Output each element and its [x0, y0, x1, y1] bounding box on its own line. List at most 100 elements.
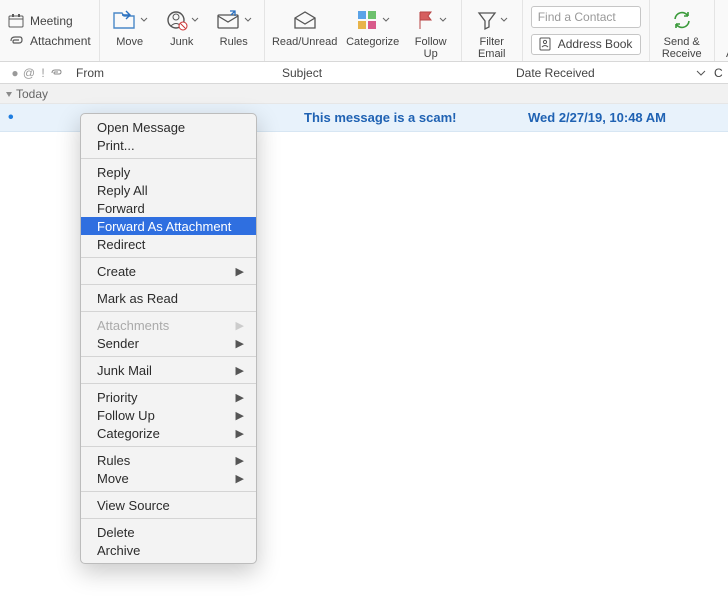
- get-addins-button[interactable]: Get Add-ins: [719, 4, 728, 62]
- sync-icon: [669, 9, 695, 31]
- junk-button[interactable]: Junk: [156, 4, 208, 50]
- col-from[interactable]: From: [72, 66, 282, 80]
- ctx-mark-as-read[interactable]: Mark as Read: [81, 289, 256, 307]
- find-contact-placeholder: Find a Contact: [538, 10, 616, 24]
- toolbar-group-addins: Get Add-ins: [715, 0, 728, 61]
- chevron-down-icon: [696, 68, 706, 78]
- chevron-down-icon: [191, 16, 199, 24]
- meeting-button[interactable]: Meeting: [8, 14, 91, 28]
- ctx-print[interactable]: Print...: [81, 136, 256, 154]
- toolbar-group-tags: Read/Unread Categorize Follow Up: [265, 0, 462, 61]
- ctx-forward[interactable]: Forward: [81, 199, 256, 217]
- group-row-today[interactable]: Today: [0, 84, 728, 104]
- folder-move-icon: [112, 9, 138, 31]
- send-receive-button[interactable]: Send & Receive: [654, 4, 710, 62]
- attachment-label: Attachment: [30, 34, 91, 48]
- paperclip-icon: [8, 34, 24, 48]
- ctx-move[interactable]: Move▶: [81, 469, 256, 487]
- ctx-separator: [81, 356, 256, 357]
- ctx-priority[interactable]: Priority▶: [81, 388, 256, 406]
- message-subject: This message is a scam!: [304, 110, 528, 125]
- submenu-arrow-icon: ▶: [236, 391, 244, 404]
- ctx-create[interactable]: Create▶: [81, 262, 256, 280]
- rules-icon: [216, 9, 242, 31]
- submenu-arrow-icon: ▶: [236, 364, 244, 377]
- chevron-down-icon: [140, 16, 148, 24]
- attachment-button[interactable]: Attachment: [8, 34, 91, 48]
- disclosure-triangle-icon: [4, 89, 16, 99]
- ctx-separator: [81, 284, 256, 285]
- submenu-arrow-icon: ▶: [236, 265, 244, 278]
- message-date: Wed 2/27/19, 10:48 AM: [528, 110, 728, 125]
- ctx-view-source[interactable]: View Source: [81, 496, 256, 514]
- ctx-separator: [81, 257, 256, 258]
- ctx-categorize[interactable]: Categorize▶: [81, 424, 256, 442]
- unread-dot-icon: •: [8, 110, 22, 126]
- chevron-down-icon: [439, 16, 447, 24]
- submenu-arrow-icon: ▶: [236, 409, 244, 422]
- toolbar-group-move: Move Junk Rules: [100, 0, 265, 61]
- ctx-reply[interactable]: Reply: [81, 163, 256, 181]
- col-unread-icon[interactable]: ●: [8, 66, 22, 80]
- ctx-separator: [81, 311, 256, 312]
- ctx-separator: [81, 446, 256, 447]
- junk-label: Junk: [170, 36, 193, 48]
- group-label: Today: [16, 87, 48, 101]
- rules-label: Rules: [220, 36, 248, 48]
- filter-email-label: Filter Email: [478, 36, 506, 60]
- categorize-label: Categorize: [346, 36, 399, 48]
- submenu-arrow-icon: ▶: [236, 454, 244, 467]
- ctx-archive[interactable]: Archive: [81, 541, 256, 559]
- read-unread-button[interactable]: Read/Unread: [269, 4, 341, 50]
- ctx-separator: [81, 158, 256, 159]
- filter-email-button[interactable]: Filter Email: [466, 4, 518, 62]
- address-book-label: Address Book: [558, 37, 633, 51]
- col-mention-icon[interactable]: @: [22, 66, 36, 80]
- categorize-button[interactable]: Categorize: [341, 4, 405, 50]
- col-category-abbrev[interactable]: C: [714, 66, 728, 80]
- calendar-icon: [8, 14, 24, 28]
- rules-button[interactable]: Rules: [208, 4, 260, 50]
- col-importance-icon[interactable]: !: [36, 66, 50, 80]
- ctx-sender[interactable]: Sender▶: [81, 334, 256, 352]
- toolbar-group-find: Find a Contact Address Book: [523, 0, 650, 61]
- ctx-junk-mail[interactable]: Junk Mail▶: [81, 361, 256, 379]
- address-book-button[interactable]: Address Book: [531, 34, 641, 56]
- col-date[interactable]: Date Received: [516, 66, 696, 80]
- flag-icon: [415, 9, 437, 31]
- send-receive-label: Send & Receive: [662, 36, 702, 60]
- col-attachment-icon[interactable]: [50, 67, 72, 79]
- toolbar-group-respond: Meeting Attachment: [0, 0, 100, 61]
- move-label: Move: [116, 36, 143, 48]
- funnel-icon: [476, 9, 498, 31]
- ctx-rules[interactable]: Rules▶: [81, 451, 256, 469]
- ctx-follow-up[interactable]: Follow Up▶: [81, 406, 256, 424]
- ctx-separator: [81, 518, 256, 519]
- follow-up-button[interactable]: Follow Up: [405, 4, 457, 62]
- ctx-separator: [81, 383, 256, 384]
- ctx-forward-as-attachment[interactable]: Forward As Attachment: [81, 217, 256, 235]
- follow-up-label: Follow Up: [415, 36, 447, 60]
- chevron-down-icon: [382, 16, 390, 24]
- toolbar-group-filter: Filter Email: [462, 0, 523, 61]
- submenu-arrow-icon: ▶: [236, 472, 244, 485]
- move-button[interactable]: Move: [104, 4, 156, 50]
- ctx-delete[interactable]: Delete: [81, 523, 256, 541]
- chevron-down-icon: [500, 16, 508, 24]
- toolbar-group-sendreceive: Send & Receive: [650, 0, 715, 61]
- categorize-icon: [356, 9, 380, 31]
- submenu-arrow-icon: ▶: [236, 319, 244, 332]
- ctx-open-message[interactable]: Open Message: [81, 118, 256, 136]
- find-contact-input[interactable]: Find a Contact: [531, 6, 641, 28]
- meeting-label: Meeting: [30, 14, 73, 28]
- chevron-down-icon: [244, 16, 252, 24]
- column-header-row: ● @ ! From Subject Date Received C: [0, 62, 728, 84]
- ctx-redirect[interactable]: Redirect: [81, 235, 256, 253]
- context-menu: Open Message Print... Reply Reply All Fo…: [80, 113, 257, 564]
- ctx-reply-all[interactable]: Reply All: [81, 181, 256, 199]
- ctx-separator: [81, 491, 256, 492]
- col-sort-indicator[interactable]: [696, 68, 714, 78]
- address-book-icon: [538, 37, 552, 51]
- col-subject[interactable]: Subject: [282, 66, 516, 80]
- envelope-open-icon: [291, 9, 319, 31]
